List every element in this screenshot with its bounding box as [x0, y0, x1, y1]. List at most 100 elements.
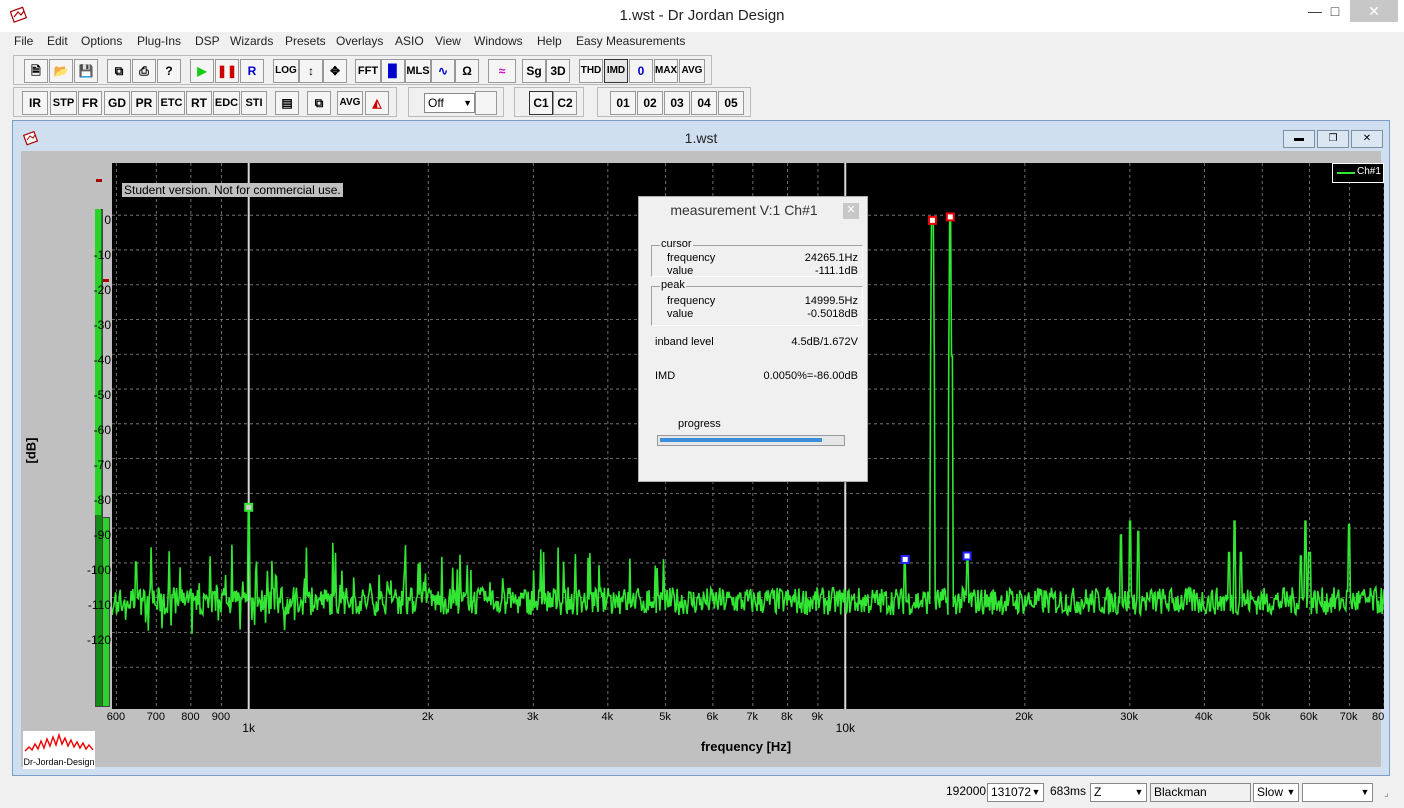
imd-button[interactable]: IMD — [604, 59, 628, 83]
main-toolbar: 🗎 📂 💾 ⧉ ⎙ ? ▶ ❚❚ R LOG ↕ ✥ FFT ▉ MLS ∿ Ω… — [13, 55, 712, 85]
copy-icon[interactable]: ⧉ — [107, 59, 131, 83]
x-tick-label: 20k — [1015, 711, 1033, 723]
avg2-button[interactable]: AVG — [337, 91, 363, 115]
save-icon[interactable]: 💾 — [74, 59, 98, 83]
resize-grip-icon[interactable]: ⌟ — [1384, 788, 1389, 799]
chevron-down-icon: ▼ — [1031, 787, 1041, 797]
print-icon[interactable]: ⎙ — [132, 59, 156, 83]
y-tick-label: -100 — [86, 563, 111, 577]
menu-asio[interactable]: ASIO — [395, 34, 424, 48]
max-button[interactable]: MAX — [654, 59, 678, 83]
y-axis-label: [dB] — [23, 437, 39, 464]
edc-button[interactable]: EDC — [213, 91, 240, 115]
menu-help[interactable]: Help — [537, 34, 562, 48]
pause-icon[interactable]: ❚❚ — [215, 59, 239, 83]
x-tick-label: 600 — [106, 711, 126, 723]
doc-minimize-icon[interactable]: ▬ — [1283, 130, 1315, 148]
thd-button[interactable]: THD — [579, 59, 603, 83]
chevron-down-icon: ▼ — [1286, 787, 1296, 797]
dialog-title: measurement V:1 Ch#1 — [670, 202, 818, 218]
spectrum-bars-icon[interactable]: ▉ — [381, 59, 405, 83]
pr-button[interactable]: PR — [131, 91, 157, 115]
vertical-arrow-icon[interactable]: ↕ — [299, 59, 323, 83]
menu-dsp[interactable]: DSP — [195, 34, 220, 48]
window-title: 1.wst - Dr Jordan Design — [619, 7, 785, 24]
pulse-icon[interactable]: ◭ — [365, 91, 389, 115]
stp-button[interactable]: STP — [50, 91, 77, 115]
fr-button[interactable]: FR — [78, 91, 102, 115]
mode-toggle-button[interactable] — [475, 91, 497, 115]
waveform-icon[interactable]: ≈ — [488, 59, 516, 83]
peak-frequency-label: frequency — [667, 295, 716, 307]
cursor-value: -111.1dB — [814, 265, 858, 277]
r-button[interactable]: R — [240, 59, 264, 83]
overlay-04-button[interactable]: 04 — [691, 91, 717, 115]
play-icon[interactable]: ▶ — [190, 59, 214, 83]
menu-plugins[interactable]: Plug-Ins — [137, 34, 181, 48]
menu-file[interactable]: File — [14, 34, 33, 48]
x-tick-label: 4k — [601, 711, 614, 723]
new-doc-icon[interactable]: 🗎 — [24, 59, 48, 83]
inband-level-value: 4.5dB/1.672V — [791, 336, 858, 348]
windows-stack-icon[interactable]: ⧉ — [307, 91, 331, 115]
menu-overlays[interactable]: Overlays — [336, 34, 383, 48]
c2-button[interactable]: C2 — [553, 91, 577, 115]
x-tick-label: 60k — [1299, 711, 1318, 723]
fft-button[interactable]: FFT — [355, 59, 381, 83]
status-bar: 192000 131072 ▼ 683ms Z ▼ Blackman Slow … — [0, 780, 1404, 808]
overlay-05-button[interactable]: 05 — [718, 91, 744, 115]
help-icon[interactable]: ? — [157, 59, 181, 83]
overlay-03-button[interactable]: 03 — [664, 91, 690, 115]
mode-select[interactable]: Off ▼ — [424, 93, 475, 113]
zero-button[interactable]: 0 — [629, 59, 653, 83]
extra-select[interactable]: ▼ — [1302, 783, 1373, 802]
sti-button[interactable]: STI — [241, 91, 267, 115]
avg-button[interactable]: AVG — [679, 59, 705, 83]
menu-view[interactable]: View — [435, 34, 461, 48]
speed-select[interactable]: Slow ▼ — [1253, 783, 1299, 802]
cursor-value-label: value — [667, 265, 694, 277]
menu-options[interactable]: Options — [81, 34, 122, 48]
chevron-down-icon: ▼ — [1134, 787, 1144, 797]
x-tick-label: 1k — [242, 721, 255, 735]
y-tick-label: -110 — [87, 598, 111, 612]
dialog-close-icon[interactable]: ✕ — [843, 203, 859, 219]
sg-button[interactable]: Sg — [522, 59, 546, 83]
peak-marker — [244, 502, 254, 512]
rt-button[interactable]: RT — [186, 91, 212, 115]
overlay-01-button[interactable]: 01 — [610, 91, 636, 115]
log-button[interactable]: LOG — [273, 59, 299, 83]
weighting-select[interactable]: Z ▼ — [1090, 783, 1147, 802]
c1-button[interactable]: C1 — [529, 91, 553, 115]
menu-edit[interactable]: Edit — [47, 34, 68, 48]
move-arrows-icon[interactable]: ✥ — [323, 59, 347, 83]
logo-waveform-icon — [24, 732, 94, 752]
menu-easy-measurements[interactable]: Easy Measurements — [576, 34, 685, 48]
overlay-02-button[interactable]: 02 — [637, 91, 663, 115]
etc-button[interactable]: ETC — [158, 91, 185, 115]
legend-label: Ch#1 — [1357, 166, 1381, 177]
open-folder-icon[interactable]: 📂 — [49, 59, 73, 83]
overlay-toolbar: 01 02 03 04 05 — [597, 87, 751, 117]
peak-hold-marker — [96, 179, 102, 182]
doc-restore-icon[interactable]: ❐ — [1317, 130, 1349, 148]
menu-windows[interactable]: Windows — [474, 34, 523, 48]
y-tick-label: -60 — [93, 423, 111, 437]
student-notice: Student version. Not for commercial use. — [122, 183, 343, 197]
3d-button[interactable]: 3D — [546, 59, 570, 83]
ohm-icon[interactable]: Ω — [455, 59, 479, 83]
close-icon[interactable]: ✕ — [1350, 0, 1398, 22]
gd-button[interactable]: GD — [104, 91, 130, 115]
fft-size-select[interactable]: 131072 ▼ — [987, 783, 1044, 802]
menu-presets[interactable]: Presets — [285, 34, 326, 48]
sine-wave-icon[interactable]: ∿ — [431, 59, 455, 83]
ir-button[interactable]: IR — [22, 91, 48, 115]
mls-button[interactable]: MLS — [405, 59, 431, 83]
y-tick-label: -70 — [93, 458, 111, 472]
notebook-icon[interactable]: ▤ — [275, 91, 299, 115]
menu-bar: File Edit Options Plug-Ins DSP Wizards P… — [0, 32, 1404, 52]
doc-close-icon[interactable]: ✕ — [1351, 130, 1383, 148]
y-tick-label: -10 — [93, 248, 111, 262]
menu-wizards[interactable]: Wizards — [230, 34, 273, 48]
progress-fill — [660, 438, 822, 442]
